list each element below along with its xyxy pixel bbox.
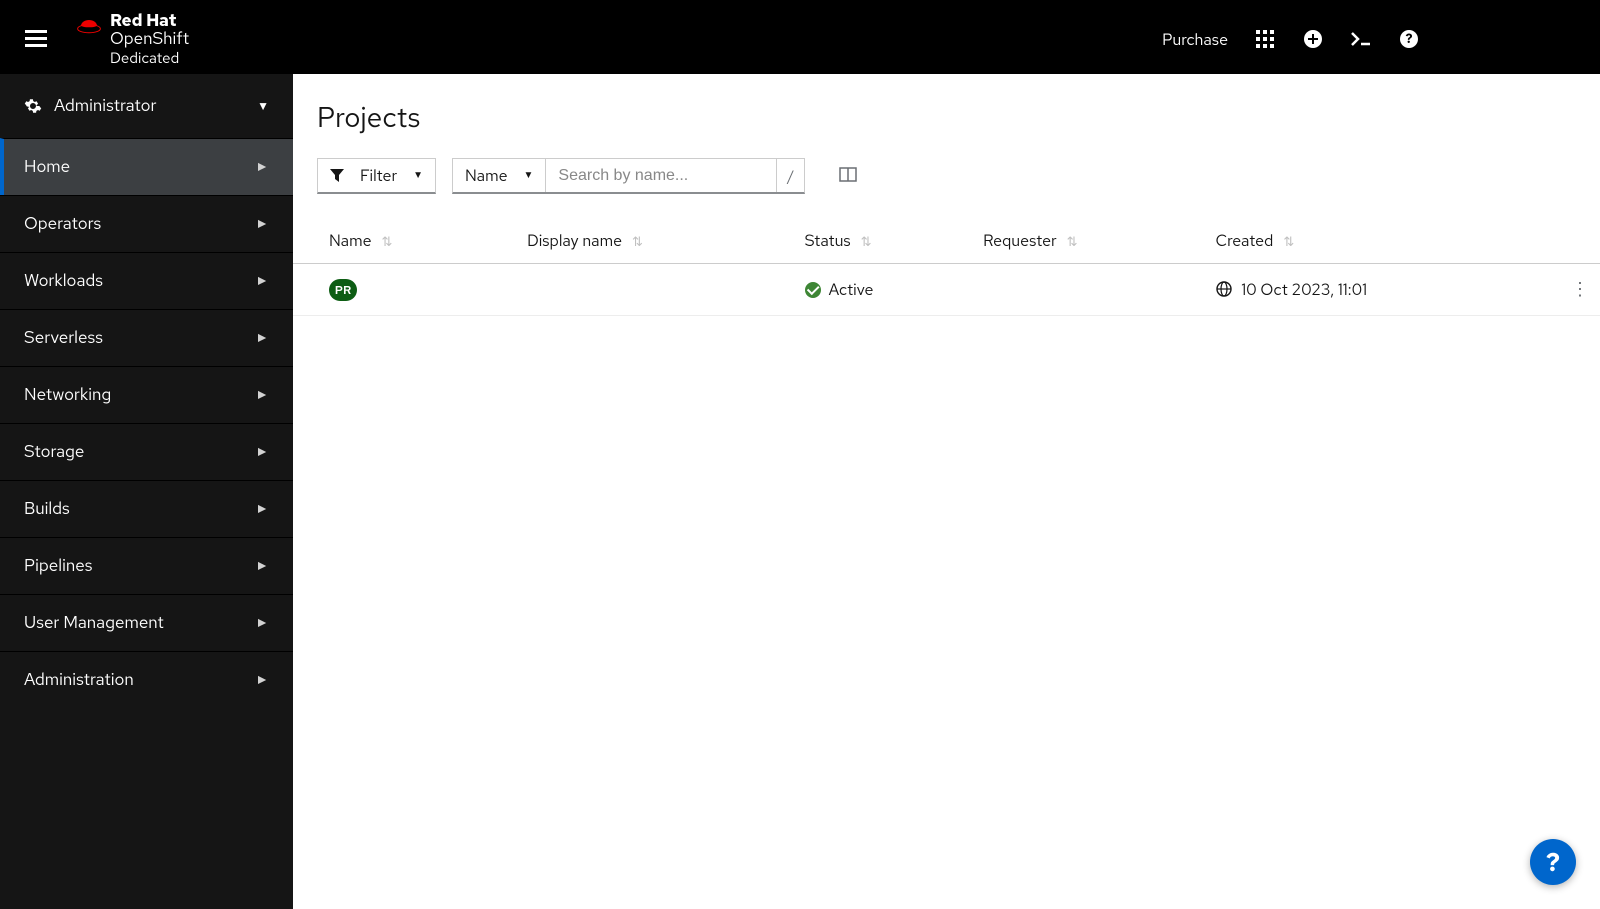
project-created: 10 Oct 2023, 11:01 [1241, 279, 1367, 300]
user-menu[interactable] [1446, 25, 1576, 53]
chevron-right-icon: ▼ [253, 673, 271, 687]
sidebar-item-serverless[interactable]: Serverless ▼ [0, 309, 293, 366]
hamburger-menu-button[interactable] [16, 19, 56, 59]
main-content: Projects Filter ▼ Name ▼ / [293, 74, 1600, 909]
name-filter-type-label: Name [465, 165, 508, 186]
status-text: Active [829, 279, 874, 300]
project-display-name [519, 264, 797, 316]
sidebar-item-home[interactable]: Home ▼ [0, 138, 293, 195]
row-actions-button[interactable] [1560, 264, 1600, 316]
toolbar: Filter ▼ Name ▼ / [293, 158, 1600, 212]
sidebar-item-label: Workloads [24, 270, 103, 292]
filter-label: Filter [360, 165, 397, 186]
purchase-link[interactable]: Purchase [1162, 29, 1228, 50]
question-mark-icon: ? [1546, 845, 1560, 879]
sidebar-item-label: Operators [24, 213, 101, 235]
sort-icon: ⇅ [382, 233, 393, 250]
chevron-right-icon: ▼ [253, 160, 271, 174]
sidebar-item-workloads[interactable]: Workloads ▼ [0, 252, 293, 309]
sidebar-item-user-management[interactable]: User Management ▼ [0, 594, 293, 651]
perspective-switcher[interactable]: Administrator ▼ [0, 74, 293, 138]
chevron-right-icon: ▼ [253, 331, 271, 345]
name-filter-type-dropdown[interactable]: Name ▼ [453, 159, 546, 192]
sort-icon: ⇅ [632, 233, 643, 250]
column-management-button[interactable] [839, 166, 857, 187]
gear-icon [24, 97, 42, 115]
projects-table: Name⇅ Display name⇅ Status⇅ Requester⇅ C… [293, 218, 1600, 316]
brand-line-3: Dedicated [110, 48, 179, 68]
sidebar-item-label: Storage [24, 441, 84, 463]
sidebar-item-label: Home [24, 156, 70, 178]
search-shortcut-hint: / [776, 159, 804, 192]
terminal-button[interactable] [1350, 28, 1372, 50]
column-header-created[interactable]: Created⇅ [1208, 218, 1561, 264]
column-header-name[interactable]: Name⇅ [293, 218, 519, 264]
masthead: Red Hat OpenShift Dedicated Purchase ? [0, 4, 1600, 74]
sidebar-item-label: Networking [24, 384, 111, 406]
sidebar-item-pipelines[interactable]: Pipelines ▼ [0, 537, 293, 594]
sidebar-item-label: Administration [24, 669, 134, 691]
sidebar-item-label: Serverless [24, 327, 103, 349]
globe-icon [1216, 281, 1232, 297]
filter-dropdown[interactable]: Filter ▼ [317, 158, 436, 194]
chevron-right-icon: ▼ [253, 559, 271, 573]
help-fab[interactable]: ? [1530, 839, 1576, 885]
sidebar: Administrator ▼ Home ▼ Operators ▼ Workl… [0, 74, 293, 909]
sidebar-item-label: User Management [24, 612, 164, 634]
sidebar-item-storage[interactable]: Storage ▼ [0, 423, 293, 480]
columns-icon [839, 167, 857, 182]
perspective-label: Administrator [54, 95, 156, 117]
column-header-requester[interactable]: Requester⇅ [975, 218, 1207, 264]
terminal-icon [1350, 32, 1372, 46]
kebab-icon [1571, 279, 1589, 300]
add-button[interactable] [1302, 28, 1324, 50]
sort-icon: ⇅ [861, 233, 872, 250]
check-circle-icon [805, 282, 821, 298]
caret-down-icon: ▼ [413, 169, 423, 182]
sidebar-item-label: Builds [24, 498, 70, 520]
column-header-status[interactable]: Status⇅ [797, 218, 976, 264]
svg-text:?: ? [1406, 30, 1413, 47]
table-row[interactable]: PR Active 10 Oct 2023, 11:01 [293, 264, 1600, 316]
apps-grid-button[interactable] [1254, 28, 1276, 50]
chevron-right-icon: ▼ [253, 217, 271, 231]
sidebar-item-label: Pipelines [24, 555, 92, 577]
sort-icon: ⇅ [1283, 233, 1294, 250]
sort-icon: ⇅ [1067, 233, 1078, 250]
caret-down-icon: ▼ [524, 169, 534, 182]
filter-icon [330, 169, 344, 183]
brand-logo: Red Hat OpenShift Dedicated [76, 12, 189, 67]
chevron-right-icon: ▼ [253, 502, 271, 516]
chevron-right-icon: ▼ [253, 616, 271, 630]
help-button[interactable]: ? [1398, 28, 1420, 50]
caret-down-icon: ▼ [257, 98, 269, 114]
sidebar-item-administration[interactable]: Administration ▼ [0, 651, 293, 708]
sidebar-item-builds[interactable]: Builds ▼ [0, 480, 293, 537]
project-badge: PR [329, 279, 357, 301]
chevron-right-icon: ▼ [253, 274, 271, 288]
status-cell: Active [805, 279, 968, 300]
page-title: Projects [293, 98, 1600, 158]
plus-circle-icon [1304, 30, 1322, 48]
apps-grid-icon [1256, 30, 1274, 48]
sidebar-item-networking[interactable]: Networking ▼ [0, 366, 293, 423]
name-filter-group: Name ▼ / [452, 158, 805, 194]
column-header-display-name[interactable]: Display name⇅ [519, 218, 797, 264]
help-circle-icon: ? [1400, 30, 1418, 48]
chevron-right-icon: ▼ [253, 388, 271, 402]
chevron-right-icon: ▼ [253, 445, 271, 459]
project-requester [975, 264, 1207, 316]
search-input[interactable] [546, 159, 776, 192]
redhat-hat-icon [76, 12, 102, 34]
hamburger-icon [25, 30, 47, 48]
sidebar-item-operators[interactable]: Operators ▼ [0, 195, 293, 252]
brand-line-2: OpenShift [110, 28, 189, 50]
masthead-right: Purchase ? [1162, 25, 1576, 53]
